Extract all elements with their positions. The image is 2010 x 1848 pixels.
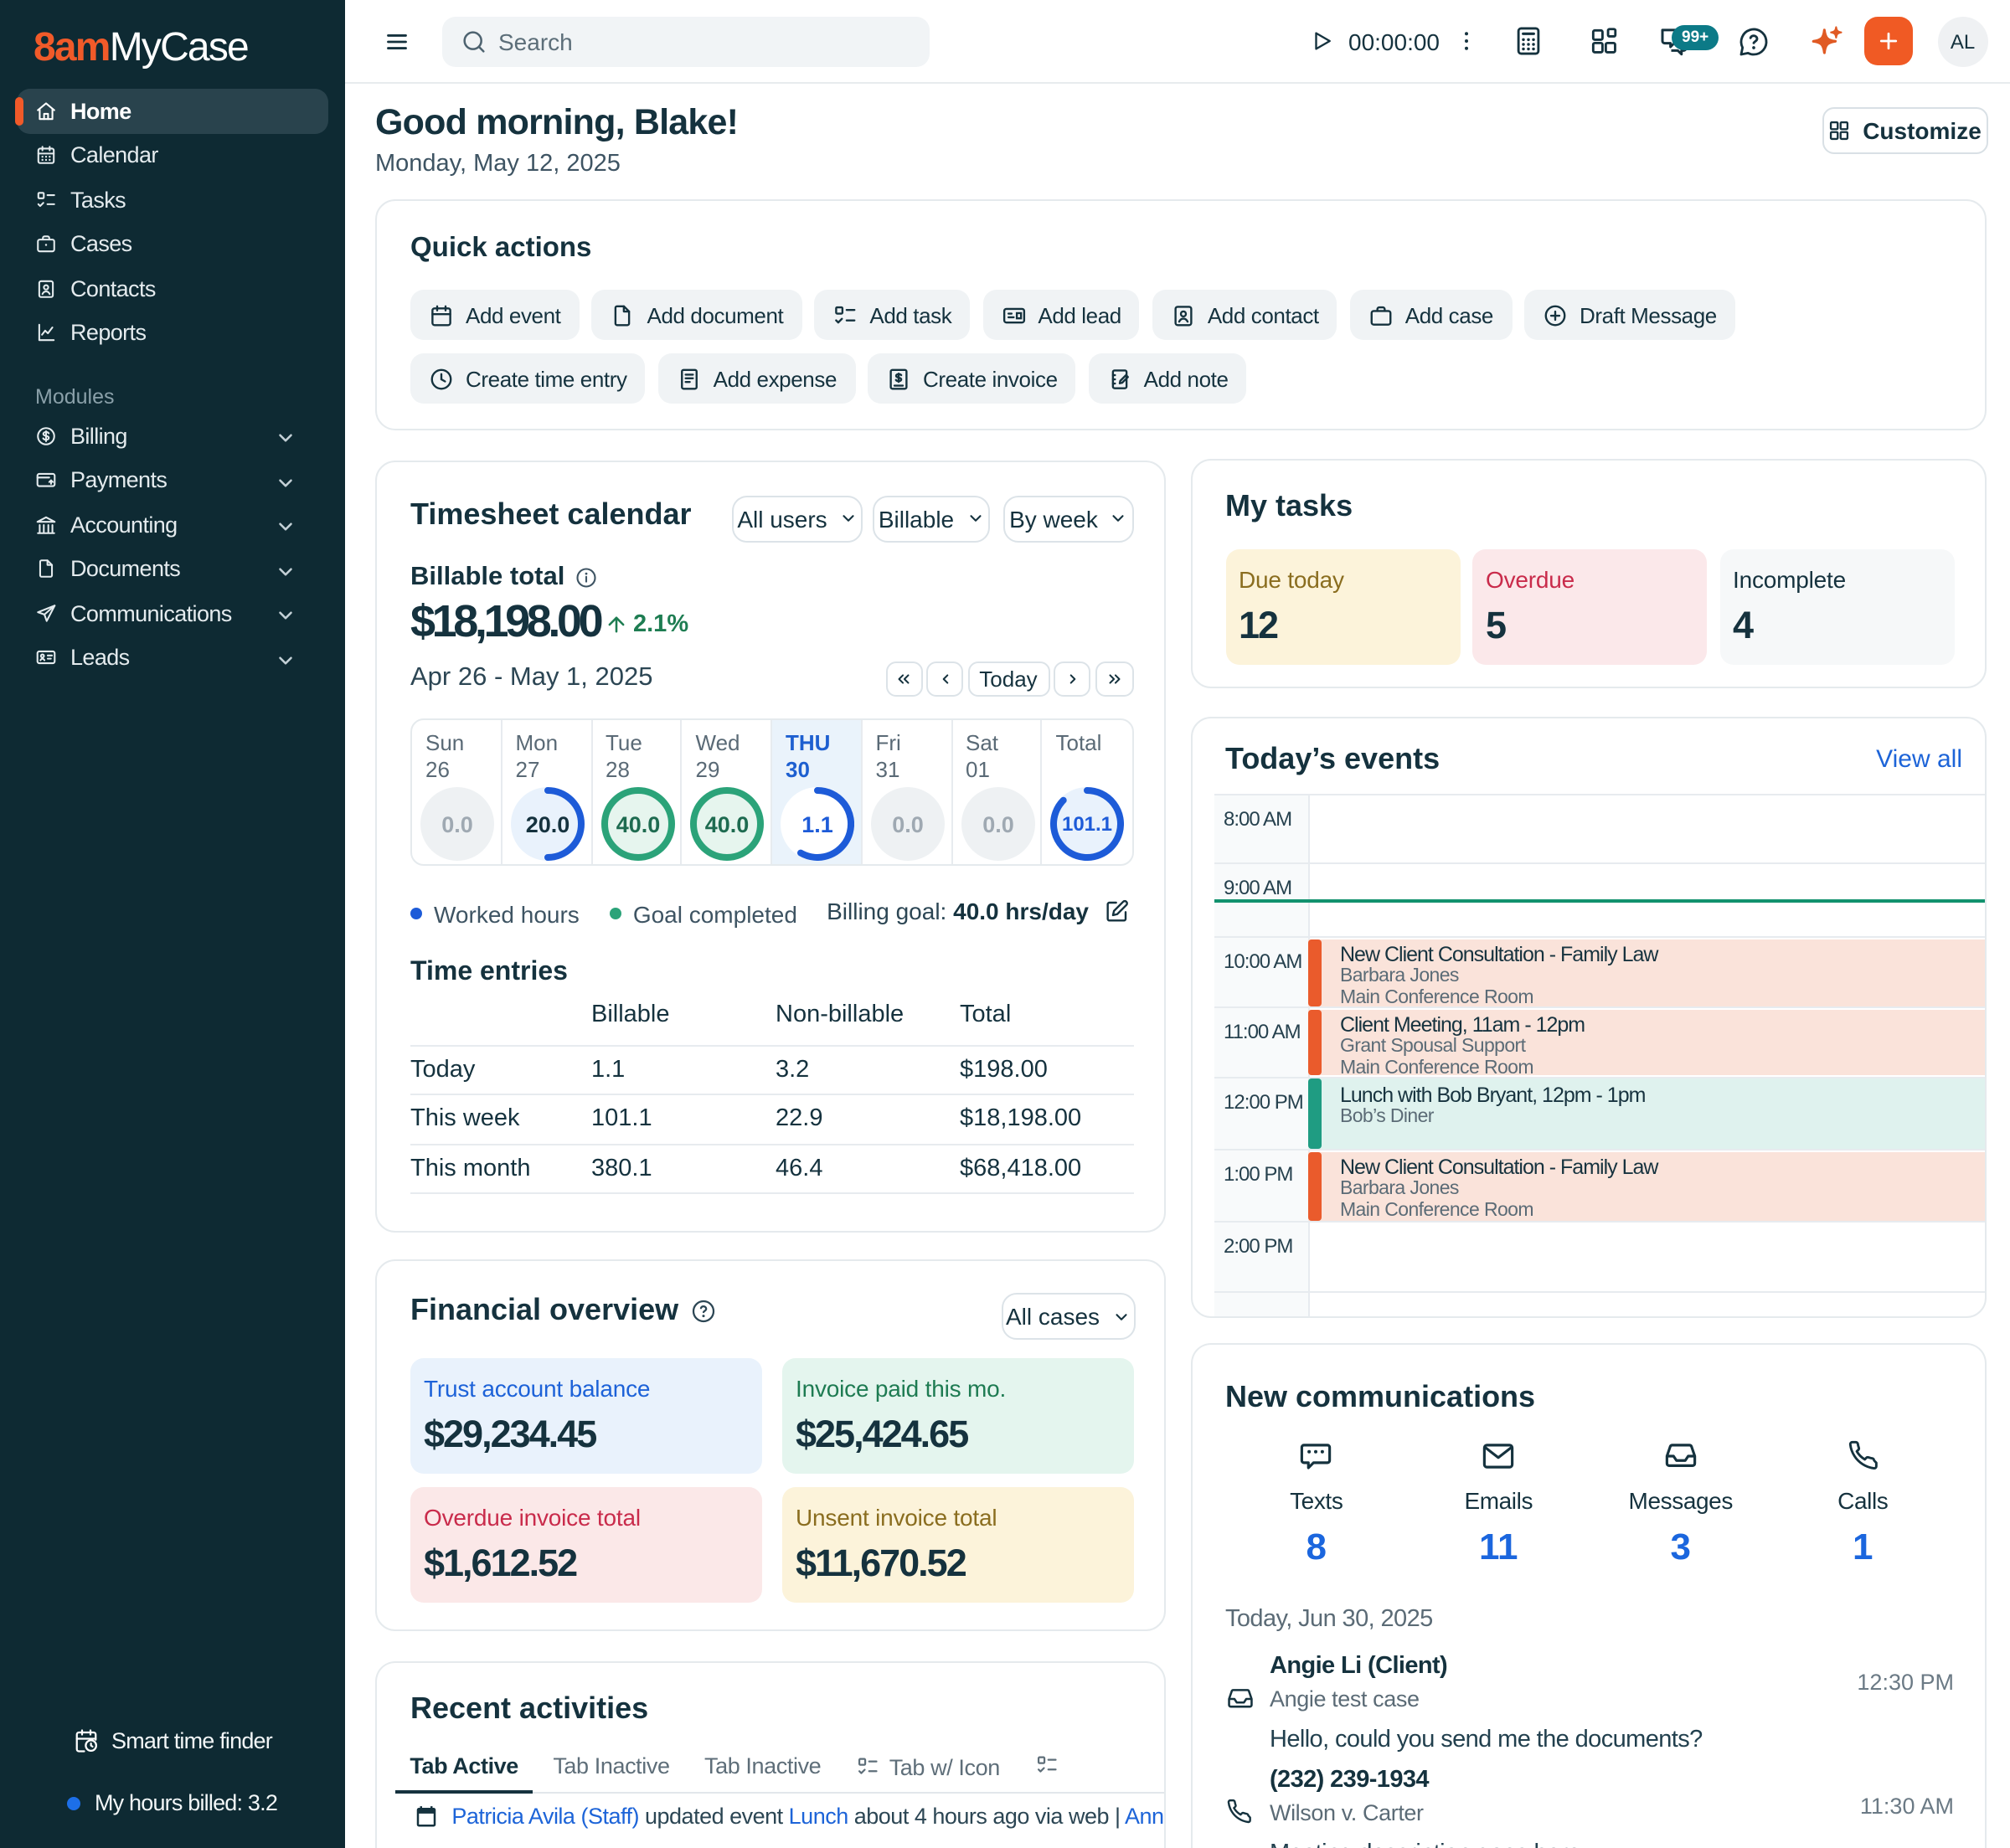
svg-text:101.1: 101.1 — [1062, 813, 1112, 836]
svg-text:0.0: 0.0 — [982, 812, 1013, 837]
svg-text:1.1: 1.1 — [801, 812, 833, 837]
svg-text:40.0: 40.0 — [616, 812, 660, 837]
svg-text:0.0: 0.0 — [441, 812, 473, 837]
svg-text:20.0: 20.0 — [525, 812, 570, 837]
svg-text:40.0: 40.0 — [705, 812, 750, 837]
svg-text:0.0: 0.0 — [892, 812, 924, 837]
